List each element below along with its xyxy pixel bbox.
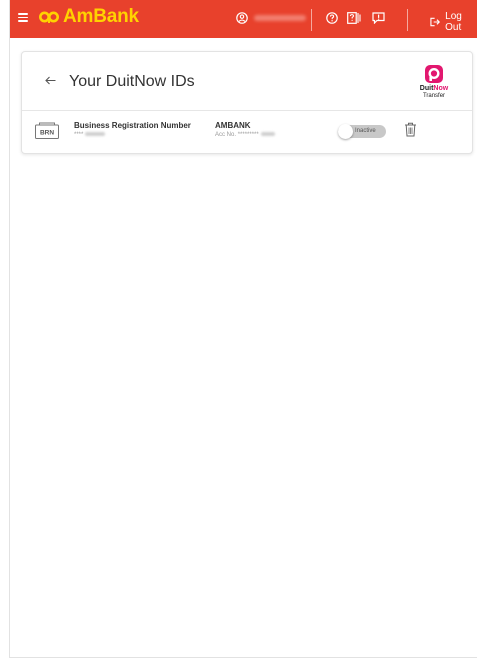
username-redacted [254, 15, 306, 21]
id-value-redacted [85, 132, 106, 137]
status-toggle[interactable]: Inactive [338, 124, 386, 139]
logout-label: Log Out [445, 11, 462, 33]
account-number: Acc No. ********* [215, 132, 275, 138]
duitnow-brand-b: Now [433, 85, 449, 92]
id-value-masked: **** [74, 132, 84, 138]
status-label: Inactive [355, 128, 376, 134]
duitnow-ids-card: Your DuitNow IDs DuitNow Transfer BRN Bu… [21, 51, 473, 154]
brand-name: AmBank [63, 6, 139, 27]
user-icon[interactable] [236, 12, 248, 24]
duitnow-mark-icon [425, 65, 443, 83]
duitnow-logo: DuitNow Transfer [413, 64, 455, 100]
back-arrow-icon[interactable] [45, 76, 56, 85]
logout-icon [430, 17, 441, 27]
help-icon[interactable] [326, 12, 338, 24]
duitnow-id-row[interactable]: BRN Business Registration Number **** AM… [22, 111, 472, 152]
brn-icon: BRN [35, 122, 59, 139]
divider [311, 9, 312, 31]
page-title: Your DuitNow IDs [69, 73, 195, 90]
toggle-knob [338, 124, 353, 139]
id-value: **** [74, 132, 106, 138]
menu-icon[interactable] [18, 13, 28, 22]
account-prefix: Acc No. [215, 132, 237, 138]
id-type-label: Business Registration Number [74, 121, 191, 130]
account-redacted [260, 132, 275, 137]
trash-icon[interactable] [404, 122, 417, 137]
feedback-icon[interactable] [372, 12, 385, 24]
brand-logo[interactable]: AmBank [39, 6, 139, 28]
ambank-logo-icon [39, 11, 59, 23]
bank-name: AMBANK [215, 121, 251, 130]
brn-icon-text: BRN [40, 130, 54, 137]
card-header: Your DuitNow IDs DuitNow Transfer [22, 52, 472, 111]
top-bar: AmBank Log Out [10, 0, 477, 38]
duitnow-sub: Transfer [422, 93, 446, 99]
divider [407, 9, 408, 31]
app-frame: AmBank Log Out Your DuitNow IDs DuitNow … [9, 0, 477, 658]
logout-button[interactable]: Log Out [430, 11, 477, 33]
guide-icon[interactable] [347, 12, 361, 24]
duitnow-brand-a: Duit [419, 85, 434, 92]
account-masked: ********* [237, 132, 259, 138]
